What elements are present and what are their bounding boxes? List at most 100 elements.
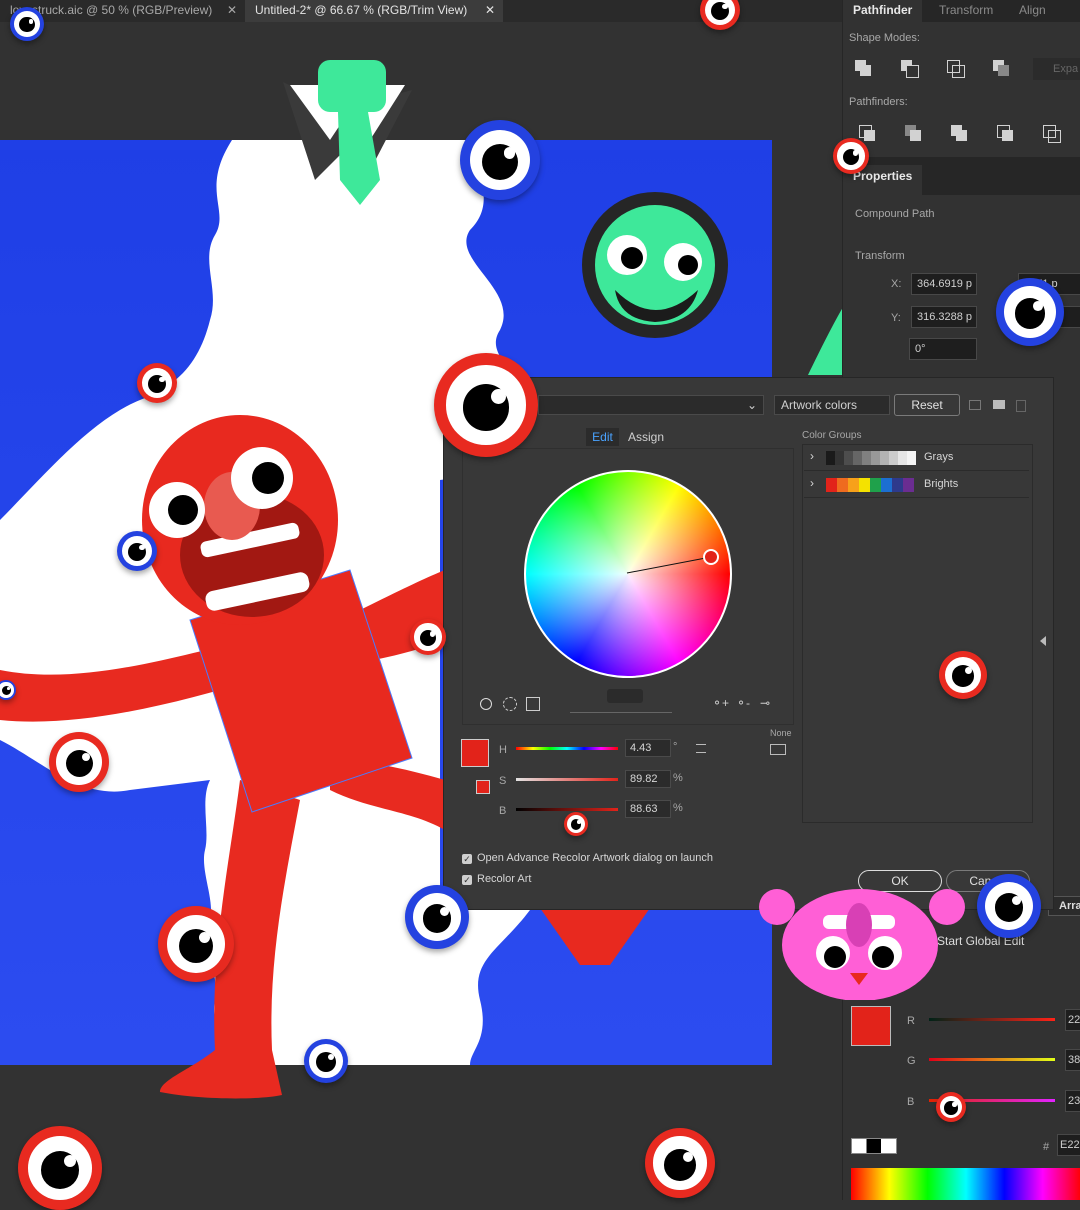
color-groups-label: Color Groups — [802, 430, 862, 441]
color-swatch[interactable] — [837, 478, 848, 492]
eye-decoration — [939, 651, 987, 699]
smooth-wheel-icon[interactable] — [480, 698, 492, 710]
color-swatch[interactable] — [844, 451, 853, 465]
group-name: Grays — [924, 451, 954, 463]
fill-swatch[interactable] — [851, 1006, 891, 1046]
divide-button[interactable] — [859, 125, 877, 143]
out-of-gamut-swatch[interactable] — [476, 780, 490, 794]
color-group-brights[interactable]: › Brights — [804, 473, 1029, 498]
chevron-right-icon: › — [810, 476, 814, 490]
hue-field[interactable]: 4.43 — [625, 739, 671, 757]
hex-field[interactable]: E22 — [1057, 1134, 1080, 1156]
eye-decoration — [996, 278, 1064, 346]
brightness-slider[interactable] — [570, 712, 672, 713]
hue-slider[interactable] — [516, 747, 618, 750]
color-swatch[interactable] — [903, 478, 914, 492]
brightness-field[interactable]: 88.63 — [625, 800, 671, 818]
tab-pathfinder[interactable]: Pathfinder — [843, 0, 923, 22]
s-label: S — [499, 775, 507, 787]
b-field[interactable]: 23 — [1065, 1090, 1080, 1112]
unite-button[interactable] — [855, 60, 873, 78]
eye-decoration — [434, 353, 538, 457]
collapse-arrow-icon[interactable] — [1040, 636, 1046, 646]
color-group-dropdown[interactable]: ⌄ — [538, 395, 764, 415]
eye-decoration — [49, 732, 109, 792]
tab-edit[interactable]: Edit — [586, 428, 619, 446]
tab-align[interactable]: Align — [1009, 0, 1056, 22]
add-color-icon[interactable]: ⚬+ — [712, 696, 729, 710]
outline-button[interactable] — [1043, 125, 1061, 143]
color-swatch[interactable] — [898, 451, 907, 465]
link-harmony-icon[interactable]: ⊸ — [760, 696, 770, 710]
color-swatch[interactable] — [862, 451, 871, 465]
color-swatch[interactable] — [870, 478, 881, 492]
pink-monster-illustration — [759, 889, 965, 1000]
saturation-slider[interactable] — [516, 778, 618, 781]
color-swatch[interactable] — [835, 451, 844, 465]
tab-transform[interactable]: Transform — [929, 0, 1003, 22]
properties-panel-tabs: Properties — [843, 157, 1080, 195]
crop-button[interactable] — [997, 125, 1015, 143]
color-swatch[interactable] — [871, 451, 880, 465]
reset-button[interactable]: Reset — [894, 394, 960, 416]
shape-modes-label: Shape Modes: — [849, 32, 920, 44]
color-swatch[interactable] — [859, 478, 870, 492]
segmented-wheel-icon[interactable] — [503, 697, 517, 711]
b-label: B — [499, 805, 507, 817]
color-swatch[interactable] — [892, 478, 903, 492]
color-swatch[interactable] — [853, 451, 862, 465]
color-swatch[interactable] — [881, 478, 892, 492]
r-field[interactable]: 22 — [1065, 1009, 1080, 1031]
trash-icon[interactable] — [1016, 400, 1026, 412]
colors-dropdown[interactable]: Artwork colors — [774, 395, 890, 415]
intersect-button[interactable] — [947, 60, 965, 78]
x-field[interactable]: 364.6919 p — [911, 273, 977, 295]
color-swatch[interactable] — [826, 451, 835, 465]
eye-decoration — [158, 906, 234, 982]
y-label: Y: — [891, 312, 901, 324]
g-slider[interactable] — [929, 1058, 1055, 1061]
eye-decoration — [405, 885, 469, 949]
b-unit: % — [673, 802, 683, 814]
color-swatch[interactable] — [907, 451, 916, 465]
grid-icon[interactable] — [770, 744, 786, 755]
brightness-value-slider[interactable] — [516, 808, 618, 811]
eye-decoration — [10, 7, 44, 41]
s-unit: % — [673, 772, 683, 784]
close-icon[interactable]: ✕ — [485, 0, 495, 20]
color-group-grays[interactable]: › Grays — [804, 446, 1029, 471]
rotate-field[interactable]: 0° — [909, 338, 977, 360]
color-bars-icon[interactable] — [526, 697, 540, 711]
hex-label: # — [1043, 1141, 1050, 1153]
color-swatch[interactable] — [889, 451, 898, 465]
color-wheel-handle[interactable] — [524, 470, 730, 676]
tab-untitled-2[interactable]: Untitled-2* @ 66.67 % (RGB/Trim View) ✕ — [245, 0, 503, 22]
open-advance-checkbox[interactable]: ✓ — [462, 854, 472, 864]
saturation-toggle-icon[interactable] — [607, 689, 643, 703]
exclude-button[interactable] — [993, 60, 1011, 78]
eye-decoration — [117, 531, 157, 571]
g-label: G — [907, 1055, 916, 1067]
tab-assign[interactable]: Assign — [622, 428, 670, 446]
color-spectrum[interactable] — [851, 1168, 1080, 1200]
trim-button[interactable] — [905, 125, 923, 143]
selected-color-swatch[interactable] — [461, 739, 489, 767]
remove-color-icon[interactable]: ⚬- — [736, 696, 750, 710]
color-swatch[interactable] — [880, 451, 889, 465]
y-field[interactable]: 316.3288 p — [911, 306, 977, 328]
color-swatch[interactable] — [848, 478, 859, 492]
r-slider[interactable] — [929, 1018, 1055, 1021]
save-icon[interactable] — [969, 400, 981, 410]
recolor-art-checkbox[interactable]: ✓ — [462, 875, 472, 885]
none-swatch[interactable] — [851, 1138, 897, 1154]
minus-front-button[interactable] — [901, 60, 919, 78]
folder-icon[interactable] — [993, 400, 1005, 409]
saturation-field[interactable]: 89.82 — [625, 770, 671, 788]
g-field[interactable]: 38 — [1065, 1049, 1080, 1071]
menu-icon[interactable] — [696, 744, 706, 753]
eye-decoration — [564, 812, 588, 836]
color-swatch[interactable] — [826, 478, 837, 492]
merge-button[interactable] — [951, 125, 969, 143]
expand-button[interactable]: Expa — [1033, 58, 1080, 80]
close-icon[interactable]: ✕ — [227, 0, 237, 20]
